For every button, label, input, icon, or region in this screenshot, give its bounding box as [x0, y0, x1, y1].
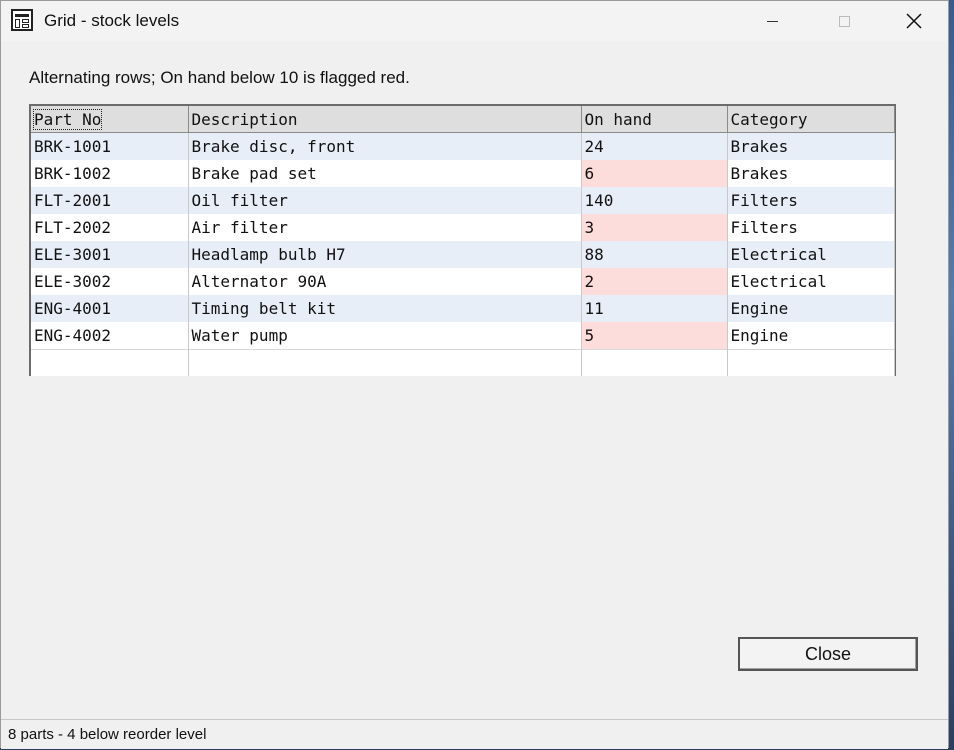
- maximize-icon: [838, 15, 850, 27]
- category-cell[interactable]: Brakes: [727, 132, 895, 160]
- part-no-cell[interactable]: FLT-2001: [31, 187, 189, 214]
- description-cell[interactable]: Air filter: [188, 214, 582, 241]
- stock-table: Part No Description On hand Category BRK…: [31, 106, 895, 376]
- table-row[interactable]: ELE-3001 Headlamp bulb H7 88 Electrical: [31, 241, 895, 268]
- part-no-cell[interactable]: ELE-3002: [31, 268, 189, 295]
- window-title: Grid - stock levels: [44, 11, 180, 30]
- description-cell[interactable]: Brake disc, front: [188, 132, 582, 160]
- description-cell[interactable]: Oil filter: [188, 187, 582, 214]
- table-row[interactable]: ENG-4001 Timing belt kit 11 Engine: [31, 295, 895, 322]
- status-bar: 8 parts - 4 below reorder level: [1, 719, 948, 749]
- table-row[interactable]: ENG-4002 Water pump 5 Engine: [31, 322, 895, 350]
- part-no-cell[interactable]: BRK-1002: [31, 160, 189, 187]
- category-cell[interactable]: Electrical: [727, 241, 895, 268]
- table-row[interactable]: FLT-2002 Air filter 3 Filters: [31, 214, 895, 241]
- close-button[interactable]: Close: [738, 637, 918, 671]
- part-no-cell[interactable]: BRK-1001: [31, 132, 189, 160]
- minimize-button[interactable]: [749, 1, 795, 41]
- empty-cell[interactable]: [581, 349, 728, 376]
- category-cell[interactable]: Engine: [727, 322, 895, 350]
- status-text: 8 parts - 4 below reorder level: [8, 726, 207, 743]
- part-no-cell[interactable]: ELE-3001: [31, 241, 189, 268]
- stock-grid[interactable]: Part No Description On hand Category BRK…: [29, 104, 896, 376]
- empty-cell[interactable]: [31, 349, 189, 376]
- on-hand-cell[interactable]: 11: [581, 295, 728, 322]
- new-row-placeholder[interactable]: [31, 349, 895, 376]
- category-cell[interactable]: Filters: [727, 214, 895, 241]
- empty-cell[interactable]: [727, 349, 895, 376]
- table-row[interactable]: BRK-1002 Brake pad set 6 Brakes: [31, 160, 895, 187]
- close-icon: [906, 13, 922, 29]
- column-header-on-hand[interactable]: On hand: [581, 106, 728, 133]
- stock-levels-window: Grid - stock levels Alternating rows; On…: [0, 0, 949, 749]
- on-hand-cell[interactable]: 24: [581, 132, 728, 160]
- category-cell[interactable]: Electrical: [727, 268, 895, 295]
- on-hand-cell[interactable]: 88: [581, 241, 728, 268]
- column-header-description[interactable]: Description: [188, 106, 582, 133]
- part-no-cell[interactable]: FLT-2002: [31, 214, 189, 241]
- description-cell[interactable]: Water pump: [188, 322, 582, 350]
- description-cell[interactable]: Alternator 90A: [188, 268, 582, 295]
- category-cell[interactable]: Filters: [727, 187, 895, 214]
- on-hand-cell-low[interactable]: 2: [581, 268, 728, 295]
- on-hand-cell-low[interactable]: 6: [581, 160, 728, 187]
- category-cell[interactable]: Brakes: [727, 160, 895, 187]
- description-cell[interactable]: Brake pad set: [188, 160, 582, 187]
- part-no-cell[interactable]: ENG-4001: [31, 295, 189, 322]
- grid-header-row: Part No Description On hand Category: [31, 106, 895, 133]
- grid-window-icon: [11, 9, 33, 31]
- column-header-category[interactable]: Category: [727, 106, 895, 133]
- table-row[interactable]: ELE-3002 Alternator 90A 2 Electrical: [31, 268, 895, 295]
- on-hand-cell-low[interactable]: 5: [581, 322, 728, 350]
- description-cell[interactable]: Headlamp bulb H7: [188, 241, 582, 268]
- close-window-button[interactable]: [891, 1, 937, 41]
- grid-hint-text: Alternating rows; On hand below 10 is fl…: [29, 68, 410, 87]
- table-row[interactable]: BRK-1001 Brake disc, front 24 Brakes: [31, 132, 895, 160]
- table-row[interactable]: FLT-2001 Oil filter 140 Filters: [31, 187, 895, 214]
- column-header-part-no[interactable]: Part No: [31, 106, 189, 133]
- description-cell[interactable]: Timing belt kit: [188, 295, 582, 322]
- on-hand-cell[interactable]: 140: [581, 187, 728, 214]
- title-bar[interactable]: Grid - stock levels: [1, 1, 948, 41]
- empty-cell[interactable]: [188, 349, 582, 376]
- part-no-cell[interactable]: ENG-4002: [31, 322, 189, 350]
- maximize-button[interactable]: [821, 1, 867, 41]
- on-hand-cell-low[interactable]: 3: [581, 214, 728, 241]
- minimize-icon: [766, 20, 778, 22]
- category-cell[interactable]: Engine: [727, 295, 895, 322]
